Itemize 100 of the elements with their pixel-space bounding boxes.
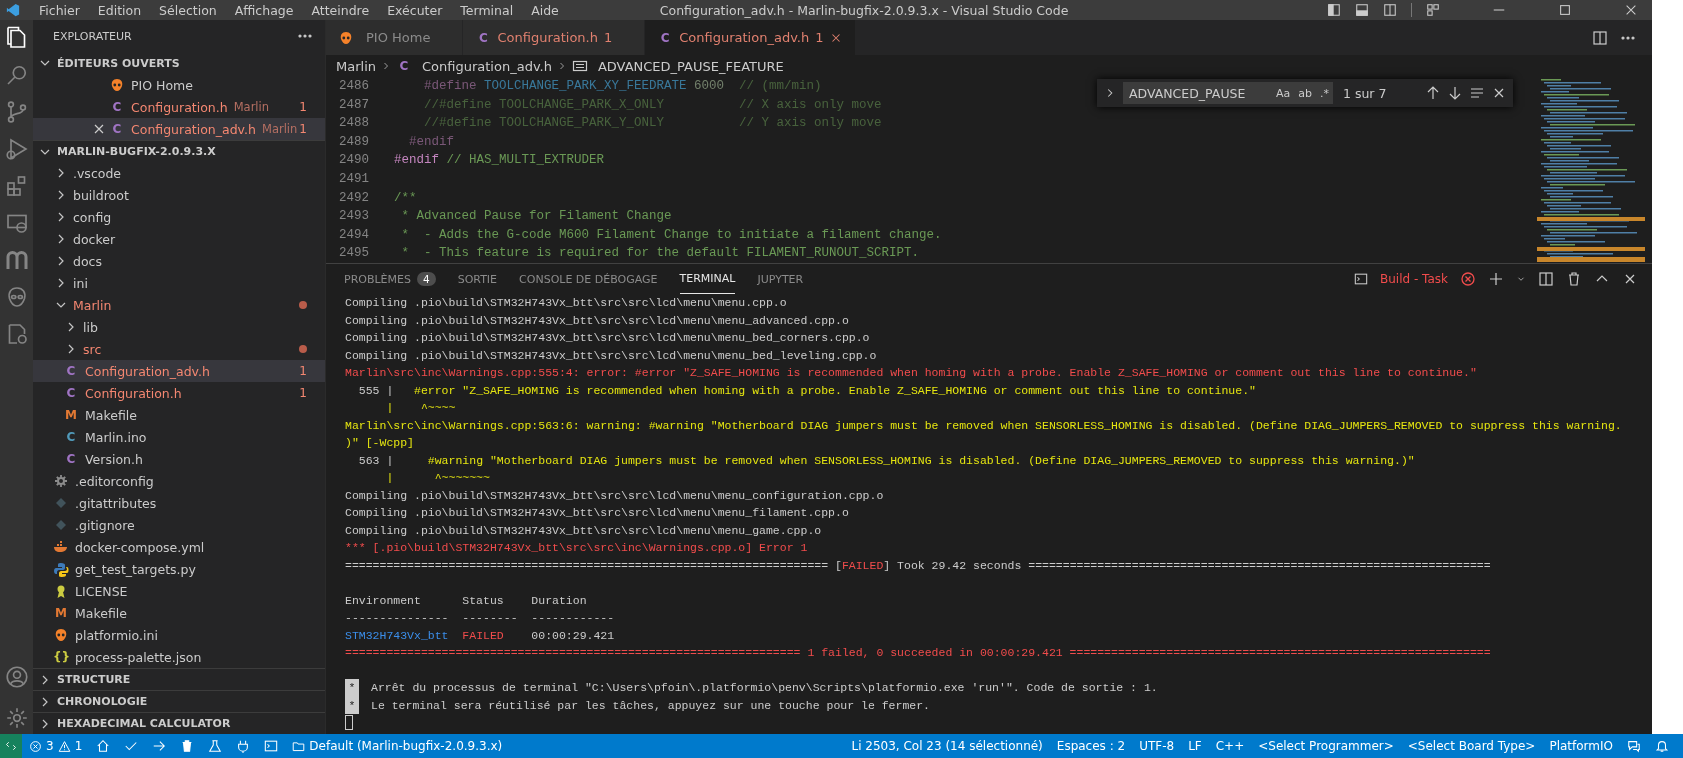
layout-grid-icon[interactable] bbox=[1426, 3, 1440, 17]
open-editor-item[interactable]: C Configuration_adv.h Marlin 1 bbox=[33, 118, 325, 140]
editor-tab[interactable]: PIO Home bbox=[326, 20, 464, 55]
arrow-up-icon[interactable] bbox=[1425, 85, 1441, 101]
environment-button[interactable]: Default (Marlin-bugfix-2.0.9.3.x) bbox=[285, 739, 510, 753]
notice-marker: * bbox=[345, 679, 359, 697]
menu-item[interactable]: Edition bbox=[88, 2, 151, 18]
section-header[interactable]: CHRONOLOGIE bbox=[33, 690, 325, 712]
tree-item[interactable]: {} process-palette.json bbox=[33, 646, 325, 668]
home-icon[interactable] bbox=[96, 739, 111, 753]
menu-item[interactable]: Affichage bbox=[225, 2, 303, 18]
tree-item[interactable]: LICENSE bbox=[33, 580, 325, 602]
status-item[interactable]: <Select Programmer> bbox=[1251, 739, 1401, 753]
tree-item[interactable]: C Configuration.h 1 bbox=[33, 382, 325, 404]
menu-item[interactable]: Terminal bbox=[451, 2, 523, 18]
tree-item[interactable]: .gitignore bbox=[33, 514, 325, 536]
plug-icon[interactable] bbox=[236, 739, 251, 753]
panel-tab[interactable]: TERMINAL bbox=[679, 264, 736, 294]
layout-panel-icon[interactable] bbox=[1355, 3, 1369, 17]
feedback-icon[interactable] bbox=[1627, 739, 1641, 753]
find-option[interactable]: .* bbox=[1320, 86, 1329, 100]
file-name: .gitignore bbox=[75, 517, 135, 533]
alien-icon bbox=[338, 29, 354, 46]
section-header[interactable]: STRUCTURE bbox=[33, 668, 325, 690]
arrow-down-icon[interactable] bbox=[1447, 85, 1463, 101]
window-title: Configuration_adv.h - Marlin-bugfix-2.0.9.3.x - Visual Studio Code bbox=[659, 2, 1070, 18]
file-name: get_test_targets.py bbox=[75, 561, 196, 577]
tree-item[interactable]: C Marlin.ino bbox=[33, 426, 325, 448]
panel-tab[interactable]: SORTIE bbox=[457, 264, 498, 294]
layout-split-icon[interactable] bbox=[1383, 3, 1397, 17]
close-icon[interactable] bbox=[1624, 3, 1638, 17]
tree-item[interactable]: M Makefile bbox=[33, 404, 325, 426]
account-icon[interactable] bbox=[4, 665, 29, 689]
menu-item[interactable]: Sélection bbox=[150, 2, 226, 18]
terminal-icon[interactable] bbox=[1354, 272, 1368, 286]
tree-item[interactable]: M Makefile bbox=[33, 602, 325, 624]
file-name: PIO Home bbox=[131, 77, 193, 93]
panel-tab[interactable]: JUPYTER bbox=[757, 264, 804, 294]
code-line: //#define TOOLCHANGE_PARK_Y_ONLY // Y axis only move bbox=[423, 115, 882, 133]
task-name[interactable]: Build - Task bbox=[1380, 272, 1448, 286]
remote-icon bbox=[5, 740, 17, 752]
tree-item[interactable]: docker-compose.yml bbox=[33, 536, 325, 558]
breadcrumb-item[interactable]: Configuration_adv.h bbox=[422, 58, 552, 74]
tree-item[interactable]: config bbox=[33, 206, 325, 228]
tree-item[interactable]: get_test_targets.py bbox=[33, 558, 325, 580]
section-header[interactable]: MARLIN-BUGFIX-2.0.9.3.X bbox=[33, 140, 325, 162]
find-option[interactable]: Aa bbox=[1276, 86, 1291, 100]
menu-item[interactable]: Exécuter bbox=[378, 2, 452, 18]
settings-icon[interactable] bbox=[4, 706, 29, 730]
editor-tab[interactable]: C Configuration.h 1 bbox=[463, 20, 646, 55]
open-editor-item[interactable]: PIO Home bbox=[33, 74, 325, 96]
tree-item[interactable]: .vscode bbox=[33, 162, 325, 184]
find-field[interactable]: ADVANCED_PAUSE Aa ab .* bbox=[1123, 82, 1333, 104]
play-bug-icon[interactable] bbox=[4, 137, 29, 161]
find-option[interactable]: ab bbox=[1298, 86, 1312, 100]
tree-item[interactable]: C Configuration_adv.h 1 bbox=[33, 360, 325, 382]
tree-item[interactable]: ini bbox=[33, 272, 325, 294]
tree-item[interactable]: buildroot bbox=[33, 184, 325, 206]
status-item[interactable]: Espaces : 2 bbox=[1049, 739, 1133, 753]
menu-item[interactable]: Fichier bbox=[30, 2, 89, 18]
open-editor-item[interactable]: C Configuration.h Marlin 1 bbox=[33, 96, 325, 118]
section-header[interactable]: ÉDITEURS OUVERTS bbox=[33, 52, 325, 74]
tree-item[interactable]: C Version.h bbox=[33, 448, 325, 470]
trash-icon[interactable] bbox=[1566, 271, 1582, 287]
terminal-line: Compiling .pio\build\STM32H743Vx_btt\src\src\lcd\menu\menu_bed_corners.cpp.o bbox=[345, 330, 870, 346]
tree-item[interactable]: platformio.ini bbox=[33, 624, 325, 646]
status-item[interactable]: PlatformIO bbox=[1542, 739, 1620, 753]
tree-item[interactable]: Marlin bbox=[33, 294, 325, 316]
plus-icon[interactable] bbox=[1488, 271, 1504, 287]
breadcrumb-item[interactable]: ADVANCED_PAUSE_FEATURE bbox=[597, 58, 784, 74]
tree-item[interactable]: .gitattributes bbox=[33, 492, 325, 514]
selection-lines-icon[interactable] bbox=[1469, 85, 1485, 101]
status-item[interactable]: LF bbox=[1181, 739, 1209, 753]
status-item[interactable]: <Select Board Type> bbox=[1400, 739, 1543, 753]
problems-button[interactable]: 3 1 bbox=[22, 739, 90, 753]
flask-icon[interactable] bbox=[208, 739, 223, 753]
arrow-right-icon[interactable] bbox=[152, 739, 167, 753]
status-item[interactable]: Li 2503, Col 23 (14 sélectionné) bbox=[844, 739, 1050, 753]
status-item[interactable]: UTF-8 bbox=[1132, 739, 1182, 753]
check-icon[interactable] bbox=[124, 739, 139, 753]
terminal-line: Compiling .pio\build\STM32H743Vx_btt\src\src\lcd\menu\menu_game.cpp.o bbox=[345, 522, 822, 539]
menu-item[interactable]: Atteindre bbox=[302, 2, 379, 18]
split-icon[interactable] bbox=[1538, 271, 1554, 287]
maximize-icon[interactable] bbox=[1558, 3, 1572, 17]
tree-item[interactable]: .editorconfig bbox=[33, 470, 325, 492]
split-editor-icon[interactable] bbox=[1592, 29, 1608, 46]
tree-item[interactable]: lib bbox=[33, 316, 325, 338]
tree-item[interactable]: docker bbox=[33, 228, 325, 250]
tree-item[interactable]: docs bbox=[33, 250, 325, 272]
menu-item[interactable]: Aide bbox=[522, 2, 568, 18]
file-type-icon: C bbox=[109, 122, 125, 136]
panel-tab[interactable]: PROBLÈMES 4 bbox=[344, 264, 436, 294]
layout-sidebar-icon[interactable] bbox=[1327, 3, 1341, 17]
tree-item[interactable]: src bbox=[33, 338, 325, 360]
panel-tab[interactable]: CONSOLE DE DÉBOGAGE bbox=[519, 264, 658, 294]
status-item[interactable]: C++ bbox=[1208, 739, 1252, 753]
bell-icon[interactable] bbox=[1655, 739, 1669, 753]
breadcrumb-item[interactable]: Marlin bbox=[336, 58, 376, 74]
editor-tab[interactable]: C Configuration_adv.h 1 bbox=[645, 20, 857, 55]
arches-icon[interactable] bbox=[4, 248, 29, 272]
